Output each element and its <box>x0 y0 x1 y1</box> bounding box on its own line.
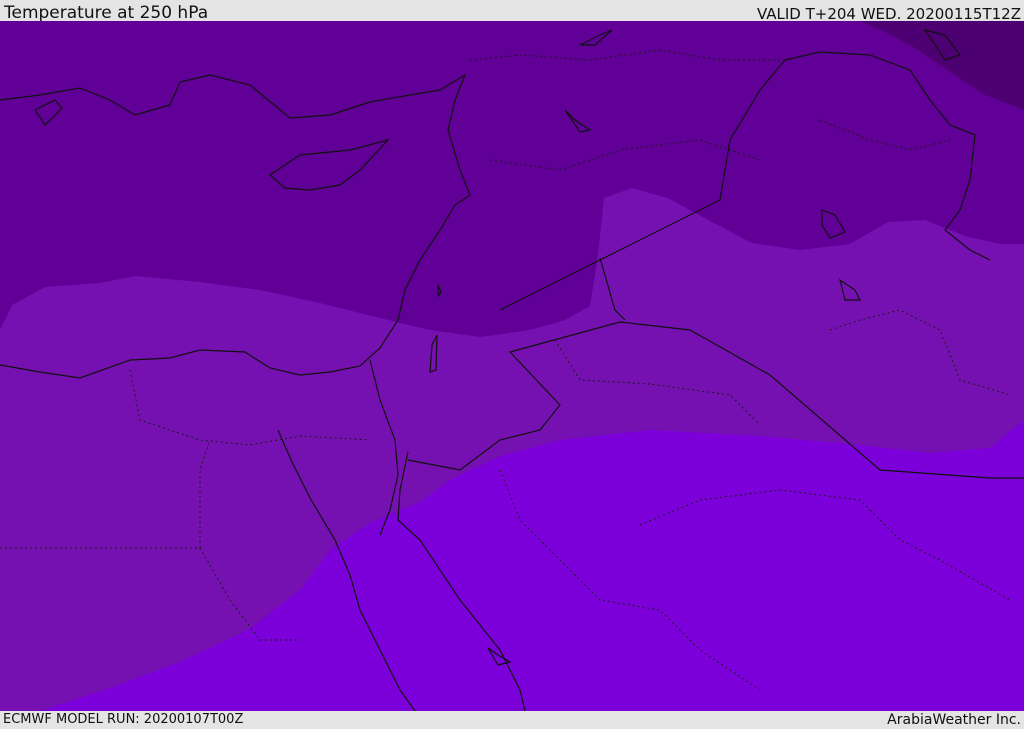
map-title: Temperature at 250 hPa <box>4 3 209 23</box>
temperature-map <box>0 21 1024 711</box>
footer-bar: ECMWF MODEL RUN: 20200107T00Z ArabiaWeat… <box>0 711 1024 729</box>
model-run: ECMWF MODEL RUN: 20200107T00Z <box>3 712 244 727</box>
provider-credit: ArabiaWeather Inc. <box>887 712 1021 728</box>
header-bar: Temperature at 250 hPa VALID T+204 WED. … <box>0 0 1024 23</box>
